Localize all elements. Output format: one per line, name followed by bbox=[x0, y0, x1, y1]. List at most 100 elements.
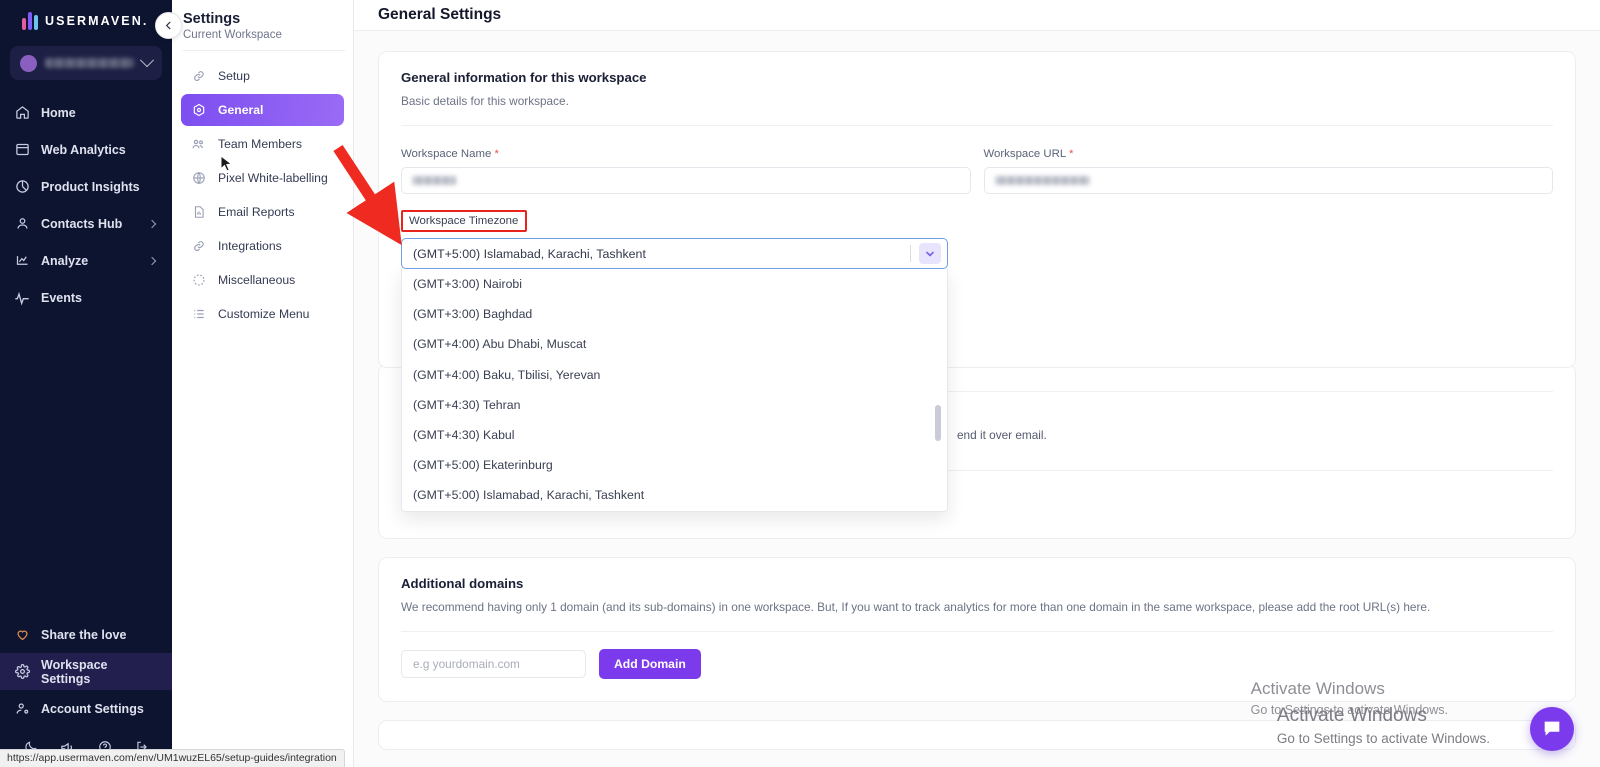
settings-item-label: Miscellaneous bbox=[218, 273, 296, 287]
next-section-card bbox=[378, 720, 1576, 750]
sidebar-item-product-insights[interactable]: Product Insights bbox=[0, 168, 172, 205]
workspace-url-label: Workspace URL * bbox=[983, 148, 1074, 160]
settings-sidebar: Settings Current Workspace Setup General… bbox=[172, 0, 354, 767]
settings-dot-icon bbox=[191, 103, 206, 118]
link-icon bbox=[191, 239, 206, 254]
sidebar-item-label: Share the love bbox=[41, 627, 127, 642]
sidebar-item-account-settings[interactable]: Account Settings bbox=[0, 690, 172, 727]
window-icon bbox=[14, 142, 30, 158]
settings-item-general[interactable]: General bbox=[181, 94, 344, 126]
sidebar-item-workspace-settings[interactable]: Workspace Settings bbox=[0, 653, 172, 690]
user-settings-icon bbox=[14, 701, 30, 717]
required-marker: * bbox=[1068, 148, 1074, 160]
scrollbar-thumb[interactable] bbox=[935, 405, 941, 441]
heart-icon bbox=[14, 627, 30, 643]
sidebar-item-label: Account Settings bbox=[41, 701, 144, 716]
settings-subtitle: Current Workspace bbox=[183, 29, 282, 41]
chevron-right-icon bbox=[147, 256, 157, 265]
workspace-timezone-value: (GMT+5:00) Islamabad, Karachi, Tashkent bbox=[413, 246, 646, 261]
timezone-option[interactable]: (GMT+4:00) Abu Dhabi, Muscat bbox=[402, 329, 947, 359]
logo-bars-icon bbox=[22, 12, 38, 30]
sidebar-item-label: Home bbox=[41, 105, 76, 120]
brand-name: USERMAVEN. bbox=[45, 14, 149, 28]
timezone-option[interactable]: (GMT+3:00) Baghdad bbox=[402, 299, 947, 329]
sidebar-item-contacts-hub[interactable]: Contacts Hub bbox=[0, 205, 172, 242]
settings-item-customize-menu[interactable]: Customize Menu bbox=[181, 298, 344, 330]
settings-item-pixel-white-labelling[interactable]: Pixel White-labelling bbox=[181, 162, 344, 194]
report-icon bbox=[191, 205, 206, 220]
globe-icon bbox=[191, 171, 206, 186]
settings-nav-list: Setup General Team Members Pixel White-l… bbox=[172, 60, 353, 330]
domain-input[interactable]: e.g yourdomain.com bbox=[401, 650, 586, 678]
primary-sidebar: USERMAVEN. Home Web Analytics Product In… bbox=[0, 0, 172, 767]
chevron-down-icon[interactable] bbox=[919, 243, 941, 264]
timezone-option[interactable]: (GMT+4:30) Kabul bbox=[402, 420, 947, 450]
page-title: General Settings bbox=[378, 6, 502, 23]
chart-icon bbox=[14, 253, 30, 269]
settings-item-label: Team Members bbox=[218, 137, 302, 151]
required-marker: * bbox=[494, 148, 499, 160]
settings-item-label: General bbox=[218, 103, 264, 117]
workspace-url-field: Workspace URL * bbox=[983, 144, 1553, 194]
home-icon bbox=[14, 105, 30, 121]
domains-card-heading: Additional domains bbox=[401, 576, 524, 591]
nav-bottom-list: Share the love Workspace Settings Accoun… bbox=[0, 616, 172, 767]
chevron-right-icon bbox=[147, 219, 157, 228]
chat-widget-button[interactable] bbox=[1530, 707, 1574, 751]
settings-item-label: Customize Menu bbox=[218, 307, 310, 321]
workspace-avatar bbox=[20, 54, 37, 72]
workspace-name-input[interactable] bbox=[401, 167, 971, 194]
workspace-name-value-redacted bbox=[412, 176, 456, 185]
settings-item-setup[interactable]: Setup bbox=[181, 60, 344, 92]
settings-item-integrations[interactable]: Integrations bbox=[181, 230, 344, 262]
workspace-timezone-dropdown[interactable]: (GMT+3:00) Nairobi (GMT+3:00) Baghdad (G… bbox=[401, 269, 948, 512]
timezone-option[interactable]: (GMT+3:00) Nairobi bbox=[402, 269, 947, 299]
name-url-field-row: Workspace Name * Workspace URL * bbox=[401, 144, 1553, 194]
general-information-card: General information for this workspace B… bbox=[378, 51, 1576, 512]
workspace-timezone-select[interactable]: (GMT+5:00) Islamabad, Karachi, Tashkent bbox=[401, 238, 948, 269]
workspace-selector[interactable] bbox=[10, 46, 162, 80]
sidebar-item-analyze[interactable]: Analyze bbox=[0, 242, 172, 279]
page-header: General Settings bbox=[354, 0, 1600, 30]
workspace-timezone-field: Workspace Timezone (GMT+5:00) Islamabad,… bbox=[401, 210, 1553, 512]
add-domain-row: e.g yourdomain.com Add Domain bbox=[401, 649, 1553, 679]
general-card-heading: General information for this workspace bbox=[401, 70, 647, 85]
sidebar-item-label: Contacts Hub bbox=[41, 216, 123, 231]
settings-title: Settings bbox=[183, 11, 241, 27]
add-domain-button[interactable]: Add Domain bbox=[599, 649, 701, 679]
gear-icon bbox=[14, 664, 30, 680]
sidebar-item-home[interactable]: Home bbox=[0, 94, 172, 131]
settings-item-label: Pixel White-labelling bbox=[218, 171, 328, 185]
timezone-option[interactable]: (GMT+5:00) Ekaterinburg bbox=[402, 450, 947, 480]
settings-item-label: Email Reports bbox=[218, 205, 295, 219]
domains-card-description: We recommend having only 1 domain (and i… bbox=[401, 600, 1431, 614]
timezone-option[interactable]: (GMT+4:00) Baku, Tbilisi, Yerevan bbox=[402, 360, 947, 390]
sidebar-item-events[interactable]: Events bbox=[0, 279, 172, 316]
general-card-subheading: Basic details for this workspace. bbox=[401, 94, 569, 108]
workspace-url-input[interactable] bbox=[983, 167, 1553, 194]
timezone-option[interactable]: (GMT+4:30) Tehran bbox=[402, 390, 947, 420]
nav-main-list: Home Web Analytics Product Insights Cont… bbox=[0, 94, 172, 316]
workspace-url-value-redacted bbox=[994, 176, 1090, 185]
collapse-sidebar-button[interactable] bbox=[155, 12, 182, 39]
timezone-option[interactable]: (GMT+5:00) Islamabad, Karachi, Tashkent bbox=[402, 480, 947, 510]
list-icon bbox=[191, 307, 206, 322]
dashed-circle-icon bbox=[191, 273, 206, 288]
browser-status-url: https://app.usermaven.com/env/UM1wuzEL65… bbox=[0, 749, 345, 767]
divider bbox=[401, 125, 1553, 126]
divider bbox=[910, 245, 911, 262]
settings-item-email-reports[interactable]: Email Reports bbox=[181, 196, 344, 228]
sidebar-item-share-the-love[interactable]: Share the love bbox=[0, 616, 172, 653]
sidebar-item-label: Web Analytics bbox=[41, 142, 126, 157]
settings-item-team-members[interactable]: Team Members bbox=[181, 128, 344, 160]
pie-chart-icon bbox=[14, 179, 30, 195]
link-icon bbox=[191, 69, 206, 84]
settings-item-miscellaneous[interactable]: Miscellaneous bbox=[181, 264, 344, 296]
settings-item-label: Setup bbox=[218, 69, 250, 83]
sidebar-item-web-analytics[interactable]: Web Analytics bbox=[0, 131, 172, 168]
sidebar-item-label: Events bbox=[41, 290, 82, 305]
additional-domains-card: Additional domains We recommend having o… bbox=[378, 557, 1576, 702]
users-icon bbox=[191, 137, 206, 152]
dropdown-scrollbar[interactable] bbox=[935, 271, 944, 509]
workspace-name-redacted bbox=[45, 58, 134, 68]
